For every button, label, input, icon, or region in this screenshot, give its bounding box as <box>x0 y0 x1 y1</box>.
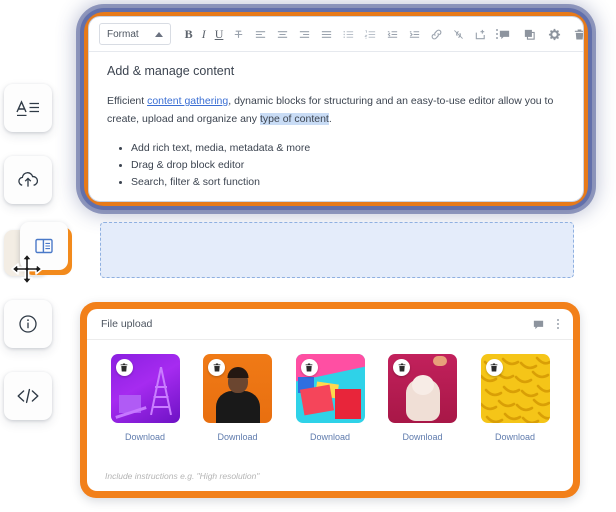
trash-icon <box>120 363 128 372</box>
editor-toolbar-main-icons: B I U <box>185 28 499 41</box>
numbered-list-button[interactable] <box>364 28 377 41</box>
thumb-abstract-shapes[interactable] <box>295 354 365 423</box>
outdent-button[interactable] <box>386 28 399 41</box>
content-editor-panel-selected[interactable]: Format B I U Add & manage content Effici… <box>88 16 584 202</box>
page-root: Format B I U Add & manage content Effici… <box>0 0 616 512</box>
sidebar-item-info[interactable] <box>4 300 52 348</box>
file-upload-footer: Include instructions e.g. "High resoluti… <box>87 467 573 491</box>
bold-button[interactable]: B <box>185 28 193 40</box>
duplicate-icon[interactable] <box>523 28 536 41</box>
thumbnail-grid: Download Download Download Download Down… <box>87 340 573 467</box>
document-bullet-list: Add rich text, media, metadata & more Dr… <box>107 140 565 191</box>
delete-icon[interactable] <box>573 28 584 41</box>
download-link[interactable]: Download <box>310 432 350 442</box>
move-cursor-icon <box>11 253 43 285</box>
trash-icon <box>490 363 498 372</box>
indent-button[interactable] <box>408 28 421 41</box>
document-paragraph: Efficient content gathering, dynamic blo… <box>107 92 565 128</box>
comment-icon[interactable] <box>532 318 545 331</box>
align-center-button[interactable] <box>276 28 289 41</box>
document-heading: Add & manage content <box>107 64 235 78</box>
italic-button[interactable]: I <box>202 28 206 40</box>
code-icon <box>17 388 39 404</box>
thumbnail-item: Download <box>290 354 370 442</box>
thumb-pink-poodle[interactable] <box>388 354 457 423</box>
align-left-button[interactable] <box>254 28 267 41</box>
info-icon <box>19 315 37 333</box>
upload-instructions-hint[interactable]: Include instructions e.g. "High resoluti… <box>105 467 555 481</box>
selected-text-highlight: type of content <box>259 113 329 125</box>
file-upload-header: File upload <box>87 309 573 340</box>
file-upload-title: File upload <box>101 318 153 330</box>
gear-icon[interactable] <box>548 28 561 41</box>
text-format-icon <box>16 100 39 116</box>
trash-icon <box>398 363 405 372</box>
list-item: Add rich text, media, metadata & more <box>131 140 565 157</box>
ladder-shape <box>149 367 172 415</box>
underline-button[interactable]: U <box>215 28 224 40</box>
delete-thumbnail-button[interactable] <box>393 359 410 376</box>
delete-thumbnail-button[interactable] <box>300 359 318 376</box>
paragraph-lead: Efficient <box>107 95 148 107</box>
more-options-button[interactable] <box>557 319 559 329</box>
thumb-orange-portrait[interactable] <box>203 354 272 423</box>
trash-icon <box>213 363 220 372</box>
list-item: Search, filter & sort function <box>131 174 565 191</box>
download-link[interactable]: Download <box>125 432 165 442</box>
thumb-yellow-bananas[interactable] <box>480 354 550 423</box>
block-sidebar <box>4 84 68 444</box>
editor-document[interactable]: Add & manage content Efficient content g… <box>89 52 583 199</box>
list-item: Drag & drop block editor <box>131 157 565 174</box>
sidebar-item-code[interactable] <box>4 372 52 420</box>
insert-image-button[interactable] <box>474 28 487 41</box>
thumbnail-item: Download <box>475 354 555 442</box>
trash-icon <box>305 363 313 372</box>
sidebar-item-text-format[interactable] <box>4 84 52 132</box>
delete-thumbnail-button[interactable] <box>208 359 225 376</box>
unlink-button[interactable] <box>452 28 465 41</box>
download-link[interactable]: Download <box>495 432 535 442</box>
align-justify-button[interactable] <box>320 28 333 41</box>
thumbnail-item: Download <box>198 354 278 442</box>
content-gathering-link[interactable]: content gathering <box>147 95 228 107</box>
format-dropdown[interactable]: Format <box>99 23 171 45</box>
sidebar-item-cloud-upload[interactable] <box>4 156 52 204</box>
drop-target-zone[interactable] <box>100 222 574 278</box>
thumbnail-item: Download <box>383 354 463 442</box>
file-upload-header-actions <box>532 318 559 331</box>
link-button[interactable] <box>430 28 443 41</box>
file-upload-panel: File upload Download Download Download D… <box>87 309 573 491</box>
sidebar-item-layout-blocks-dragging[interactable] <box>4 222 68 285</box>
file-upload-panel-selected[interactable]: File upload Download Download Download D… <box>80 302 580 498</box>
content-editor: Format B I U Add & manage content Effici… <box>88 16 584 202</box>
paragraph-end: . <box>328 113 332 125</box>
delete-thumbnail-button[interactable] <box>115 359 133 376</box>
bulleted-list-button[interactable] <box>342 28 355 41</box>
download-link[interactable]: Download <box>217 432 257 442</box>
thumbnail-item: Download <box>105 354 185 442</box>
format-dropdown-label: Format <box>107 28 139 40</box>
cloud-upload-icon <box>18 172 39 187</box>
editor-toolbar-right-icons <box>498 28 584 41</box>
align-right-button[interactable] <box>298 28 311 41</box>
editor-toolbar: Format B I U <box>89 17 583 52</box>
delete-thumbnail-button[interactable] <box>485 359 503 376</box>
comment-icon[interactable] <box>498 28 511 41</box>
strikethrough-button[interactable] <box>232 28 245 41</box>
download-link[interactable]: Download <box>402 432 442 442</box>
thumb-purple-ladder[interactable] <box>110 354 180 423</box>
caret-up-icon <box>154 31 163 37</box>
